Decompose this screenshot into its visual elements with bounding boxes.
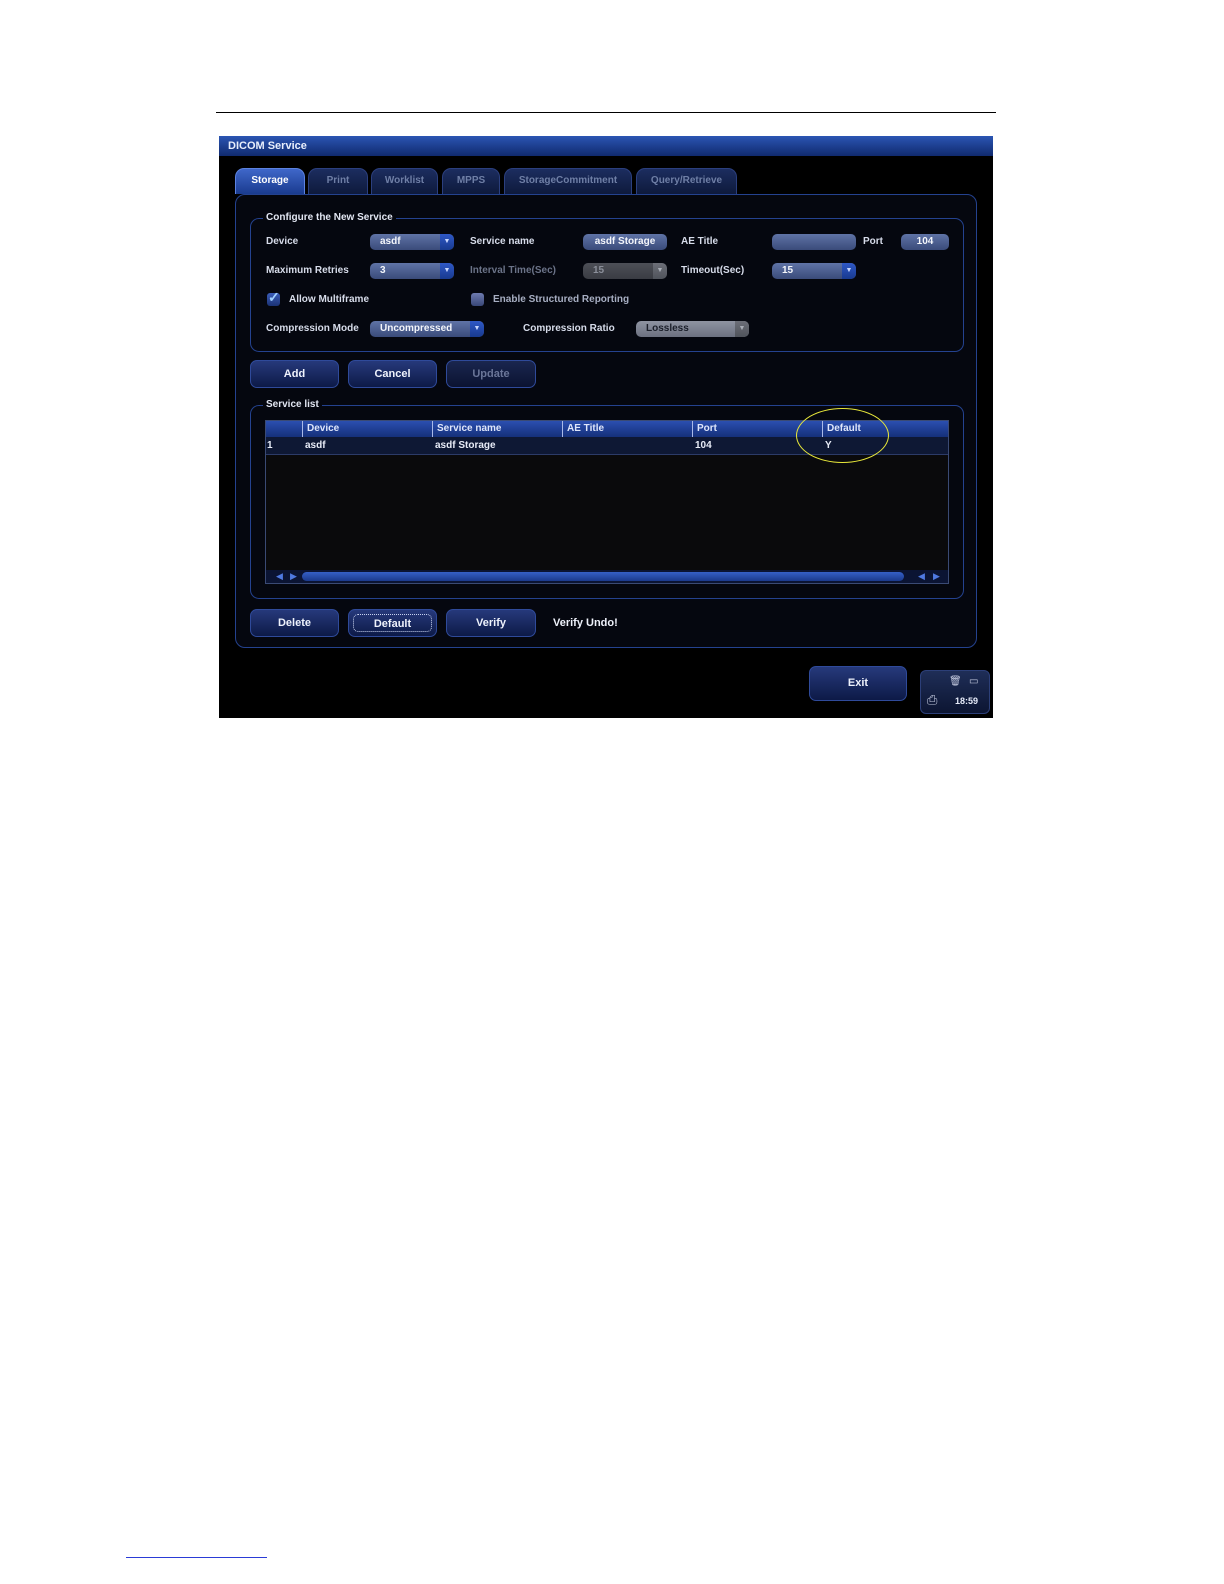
compression-ratio-label: Compression Ratio xyxy=(523,323,615,334)
allow-multiframe-checkbox[interactable]: ✓ xyxy=(267,289,280,306)
port-input[interactable]: 104 xyxy=(901,234,949,250)
ae-title-input[interactable] xyxy=(772,234,856,250)
printer-icon[interactable]: ⎙ xyxy=(927,693,937,706)
interval-value: 15 xyxy=(593,265,605,276)
chevron-down-icon: ▼ xyxy=(653,263,667,279)
timeout-select[interactable]: 15 ▼ xyxy=(772,263,856,279)
structured-reporting-checkbox[interactable] xyxy=(471,293,484,306)
verify-button[interactable]: Verify xyxy=(446,609,536,637)
page-top-rule xyxy=(216,112,996,113)
scroll-left-icon[interactable]: ◀ xyxy=(918,570,925,583)
trash-icon[interactable]: 🗑 xyxy=(949,677,962,687)
update-button[interactable]: Update xyxy=(446,360,536,388)
verify-status: Verify Undo! xyxy=(553,617,618,629)
chevron-down-icon: ▼ xyxy=(440,234,454,250)
tab-storage[interactable]: Storage xyxy=(235,168,305,194)
row-port: 104 xyxy=(695,440,712,451)
tab-worklist[interactable]: Worklist xyxy=(371,168,438,194)
chevron-down-icon: ▼ xyxy=(440,263,454,279)
cancel-button[interactable]: Cancel xyxy=(348,360,437,388)
device-value: asdf xyxy=(380,236,401,247)
row-index: 1 xyxy=(267,440,273,451)
default-column-highlight xyxy=(796,408,889,463)
scroll-right-icon[interactable]: ▶ xyxy=(933,570,940,583)
tray-time: 18:59 xyxy=(955,696,979,706)
device-label: Device xyxy=(266,236,299,247)
column-header-device[interactable]: Device xyxy=(302,421,432,437)
interval-label: Interval Time(Sec) xyxy=(470,265,556,276)
compression-ratio-value: Lossless xyxy=(646,323,689,334)
compression-mode-label: Compression Mode xyxy=(266,323,359,334)
row-device: asdf xyxy=(305,440,326,451)
checkmark-icon: ✓ xyxy=(268,289,280,305)
status-tray: 🗑 ▭ ⎙ 18:59 xyxy=(920,670,990,714)
scrollbar-thumb[interactable] xyxy=(302,572,904,581)
service-list-title: Service list xyxy=(263,398,322,412)
compression-mode-value: Uncompressed xyxy=(380,323,453,334)
default-button[interactable]: Default xyxy=(348,609,437,637)
service-name-label: Service name xyxy=(470,236,535,247)
timeout-label: Timeout(Sec) xyxy=(681,265,745,276)
ae-title-label: AE Title xyxy=(681,236,719,247)
structured-reporting-label: Enable Structured Reporting xyxy=(493,294,630,305)
tab-storage-commitment[interactable]: StorageCommitment xyxy=(504,168,632,194)
chevron-down-icon: ▼ xyxy=(470,321,484,337)
timeout-value: 15 xyxy=(782,265,794,276)
column-header-service-name[interactable]: Service name xyxy=(432,421,562,437)
compression-mode-select[interactable]: Uncompressed ▼ xyxy=(370,321,484,337)
horizontal-scrollbar[interactable]: ◀ ▶ ◀ ▶ xyxy=(266,570,948,583)
tab-print[interactable]: Print xyxy=(308,168,368,194)
service-name-input[interactable]: asdf Storage xyxy=(583,234,667,250)
delete-button[interactable]: Delete xyxy=(250,609,339,637)
add-button[interactable]: Add xyxy=(250,360,339,388)
configure-group: Configure the New Service Device asdf ▼ … xyxy=(250,211,964,352)
configure-title: Configure the New Service xyxy=(263,211,396,225)
max-retries-select[interactable]: 3 ▼ xyxy=(370,263,454,279)
scroll-right-icon[interactable]: ▶ xyxy=(290,570,297,583)
max-retries-value: 3 xyxy=(380,265,386,276)
compression-ratio-select[interactable]: Lossless ▼ xyxy=(636,321,749,337)
chevron-down-icon: ▼ xyxy=(842,263,856,279)
monitor-icon[interactable]: ▭ xyxy=(969,677,978,687)
tab-mpps[interactable]: MPPS xyxy=(442,168,500,194)
exit-button[interactable]: Exit xyxy=(809,666,907,701)
chevron-down-icon: ▼ xyxy=(735,321,749,337)
row-service-name: asdf Storage xyxy=(435,440,496,451)
allow-multiframe-label: Allow Multiframe xyxy=(289,294,370,305)
footnote-link-rule xyxy=(126,1557,267,1558)
interval-select[interactable]: 15 ▼ xyxy=(583,263,667,279)
window-title: DICOM Service xyxy=(219,136,993,156)
device-select[interactable]: asdf ▼ xyxy=(370,234,454,250)
default-button-label: Default xyxy=(353,614,432,632)
scroll-left-icon[interactable]: ◀ xyxy=(276,570,283,583)
max-retries-label: Maximum Retries xyxy=(266,265,349,276)
tab-query-retrieve[interactable]: Query/Retrieve xyxy=(636,168,737,194)
column-header-ae-title[interactable]: AE Title xyxy=(562,421,692,437)
port-label: Port xyxy=(863,236,883,247)
dicom-service-window: DICOM Service Storage Print Worklist MPP… xyxy=(219,136,993,718)
